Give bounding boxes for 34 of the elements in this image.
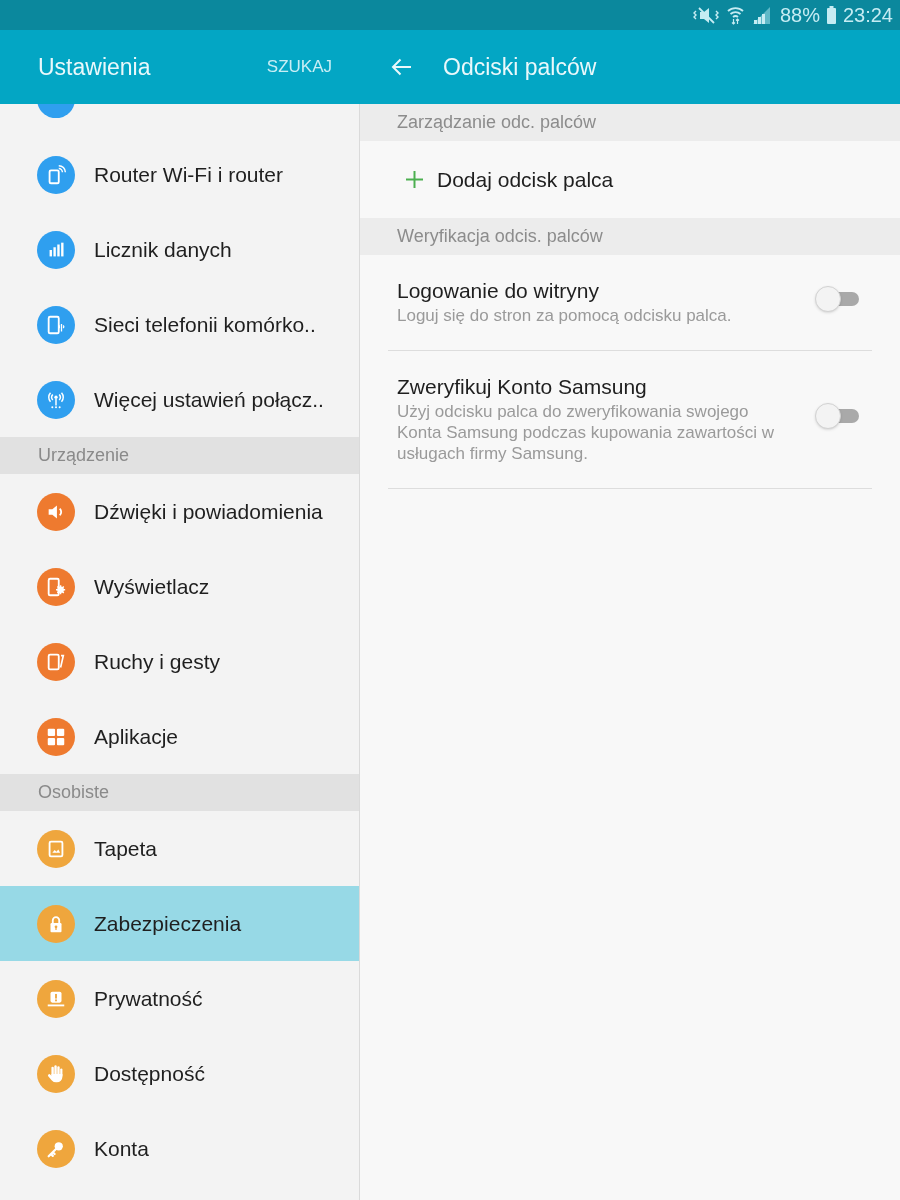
toggle-switch[interactable] [815, 286, 859, 312]
signal-icon [752, 6, 771, 24]
sidebar-item[interactable]: Więcej ustawień połącz.. [0, 362, 359, 437]
screen-title: Odciski palców [443, 52, 597, 82]
screen-title: Ustawienia [38, 52, 151, 82]
add-fingerprint-button[interactable]: Dodaj odcisk palca [405, 163, 614, 196]
sidebar-item[interactable]: Ruchy i gesty [0, 624, 359, 699]
wifi-icon [726, 5, 744, 25]
setting-title: Zweryfikuj Konto Samsung [397, 375, 648, 399]
sidebar-item[interactable]: Sieci telefonii komórko.. [0, 287, 359, 362]
sidebar-item[interactable]: Tapeta [0, 811, 359, 886]
setting-title: Logowanie do witryny [397, 279, 600, 303]
sidebar-item[interactable]: Router Wi-Fi i router [0, 137, 359, 212]
sidebar-item[interactable]: Wyświetlacz [0, 549, 359, 624]
toggle-switch[interactable] [815, 403, 859, 429]
section-header: Weryfikacja odcis. palców [360, 218, 900, 255]
sidebar-item[interactable]: Prywatność [0, 961, 359, 1036]
clock-time: 23:24 [842, 5, 893, 25]
battery-percentage: 88% [779, 5, 820, 25]
back-icon[interactable] [391, 58, 412, 76]
section-header: Zarządzanie odc. palców [360, 104, 900, 141]
sidebar-item[interactable]: Aplikacje [0, 699, 359, 774]
plus-icon [405, 170, 424, 189]
sidebar-item[interactable]: Dostępność [0, 1036, 359, 1111]
setting-description: Loguj się do stron za pomocą odcisku palca. [397, 305, 733, 326]
sidebar-item[interactable]: Licznik danych [0, 212, 359, 287]
sidebar-item[interactable]: Konta [0, 1111, 359, 1186]
battery-icon [826, 6, 836, 24]
section-header: Osobiste [0, 774, 359, 811]
section-header: Urządzenie [0, 437, 359, 474]
sidebar-item[interactable]: Dźwięki i powiadomienia [0, 474, 359, 549]
sidebar-item[interactable]: Zabezpieczenia [0, 886, 359, 961]
mute-icon [692, 6, 720, 24]
setting-description: Użyj odcisku palca do zweryfikowania swojego Konta Samsung podczas kupowania zawartości w usługach firmy Samsung. [397, 401, 776, 464]
